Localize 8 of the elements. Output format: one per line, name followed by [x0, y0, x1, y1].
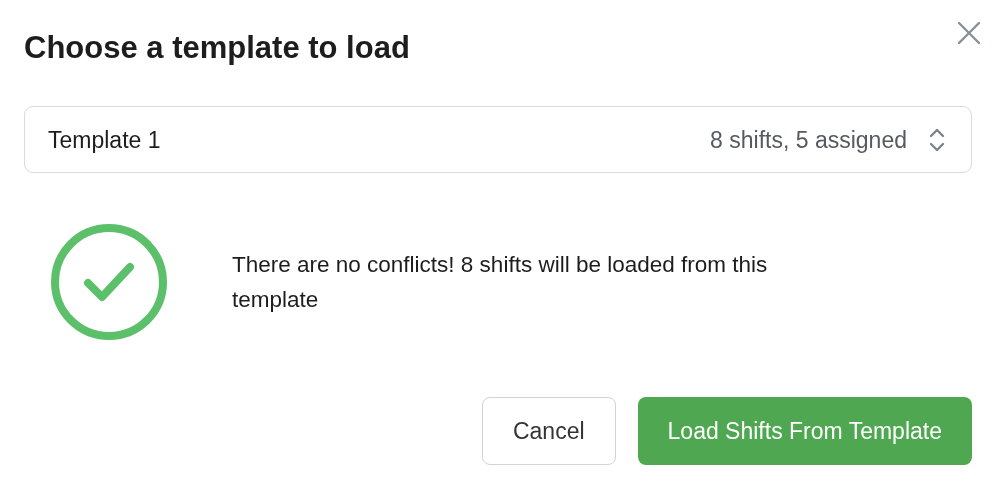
- cancel-button[interactable]: Cancel: [481, 397, 616, 466]
- dialog-title: Choose a template to load: [24, 29, 411, 67]
- check-circle-icon: [50, 223, 168, 342]
- sort-icon: [929, 126, 945, 153]
- close-button[interactable]: [956, 20, 982, 46]
- result-message: There are no conflicts! 8 shifts will be loaded from this template: [232, 251, 769, 315]
- close-icon: [956, 20, 982, 46]
- template-select[interactable]: Template 1 8 shifts, 5 assigned: [24, 106, 972, 174]
